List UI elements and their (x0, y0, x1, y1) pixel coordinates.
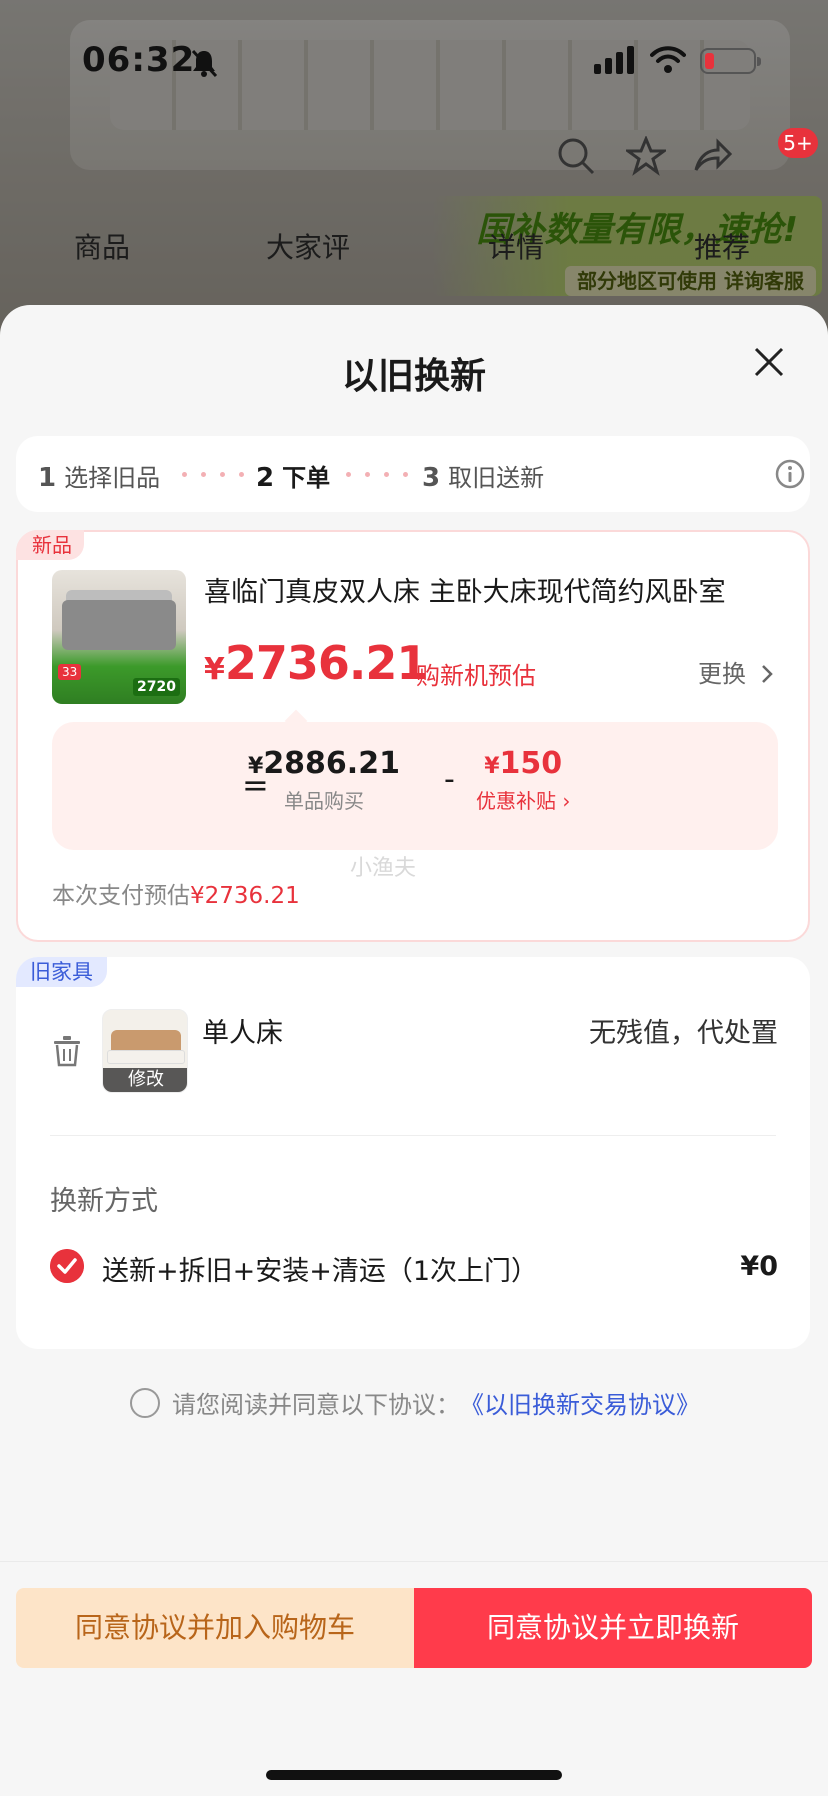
trash-icon[interactable] (52, 1035, 82, 1067)
step-dots (346, 472, 408, 477)
battery-icon (700, 48, 761, 74)
close-icon[interactable] (748, 341, 790, 383)
bell-muted-icon (191, 49, 218, 78)
agreement-radio[interactable] (130, 1387, 160, 1418)
add-to-cart-button[interactable]: 同意协议并加入购物车 (16, 1588, 414, 1668)
new-item-card: 新品 33 2720 喜临门真皮双人床 主卧大床现代简约风卧室 ¥2736.21… (16, 530, 810, 942)
method-option[interactable]: 送新+拆旧+安装+清运（1次上门） (102, 1249, 538, 1288)
step-dots (182, 472, 244, 477)
single-purchase-price: ¥2886.21 单品购买 (248, 746, 400, 813)
change-item-button[interactable]: 更换 (698, 654, 774, 689)
checkmark-icon[interactable] (50, 1249, 84, 1283)
status-time: 06:32 (82, 40, 196, 80)
new-item-thumbnail[interactable]: 33 2720 (52, 570, 186, 704)
price-breakdown: = ¥2886.21 单品购买 - ¥150 优惠补贴 › (52, 722, 778, 850)
old-item-value: 无残值，代处置 (589, 1018, 778, 1049)
old-item-tag: 旧家具 (16, 957, 107, 987)
step-3: 3 取旧送新 (422, 463, 545, 493)
share-icon (694, 138, 732, 171)
minus-sign: - (444, 762, 455, 797)
old-item-thumbnail[interactable]: 修改 (102, 1009, 188, 1093)
thumbnail-badge: 33 (58, 664, 82, 680)
modify-button[interactable]: 修改 (103, 1068, 187, 1092)
method-title: 换新方式 (50, 1186, 158, 1217)
new-item-price-note: 购新机预估 (416, 662, 536, 690)
step-1: 1 选择旧品 (38, 463, 161, 493)
wifi-icon (650, 46, 686, 73)
trade-in-sheet: 以旧换新 1 选择旧品 2 下单 3 取旧送新 新品 33 2720 喜临门真皮双人床… (0, 305, 828, 1796)
star-icon (626, 136, 666, 176)
cart-badge: 5+ (778, 128, 818, 158)
divider (50, 1135, 776, 1136)
home-indicator[interactable] (266, 1770, 562, 1780)
signal-icon (594, 46, 634, 74)
chevron-right-icon (761, 665, 773, 683)
thumbnail-price: 2720 (133, 678, 180, 696)
search-icon (558, 138, 595, 175)
old-item-card: 旧家具 修改 单人床 无残值，代处置 换新方式 送新+拆旧+安装+清运（1次上门… (16, 957, 810, 1349)
agreement-link[interactable]: 《以旧换新交易协议》 (460, 1385, 700, 1420)
subsidy-amount[interactable]: ¥150 优惠补贴 › (476, 746, 570, 814)
status-bar: 06:32 (0, 0, 828, 110)
new-item-price: ¥2736.21 (204, 636, 428, 690)
old-item-name: 单人床 (202, 1018, 283, 1049)
agreement-text: 请您阅读并同意以下协议： (172, 1391, 460, 1419)
payment-estimate: 本次支付预估¥2736.21 (52, 883, 300, 909)
info-icon[interactable] (774, 458, 806, 490)
step-indicator: 1 选择旧品 2 下单 3 取旧送新 (16, 436, 810, 512)
method-price: ¥0 (740, 1251, 778, 1282)
new-item-title: 喜临门真皮双人床 主卧大床现代简约风卧室 (204, 577, 726, 608)
new-item-tag: 新品 (16, 530, 84, 560)
footer-bar: 同意协议并加入购物车 同意协议并立即换新 (0, 1561, 828, 1796)
exchange-now-button[interactable]: 同意协议并立即换新 (414, 1588, 812, 1668)
agreement-row[interactable]: 请您阅读并同意以下协议： 《以旧换新交易协议》 (130, 1385, 700, 1420)
sheet-title: 以旧换新 (341, 356, 486, 397)
watermark: 小渔夫 (350, 856, 417, 881)
step-2: 2 下单 (256, 463, 331, 493)
